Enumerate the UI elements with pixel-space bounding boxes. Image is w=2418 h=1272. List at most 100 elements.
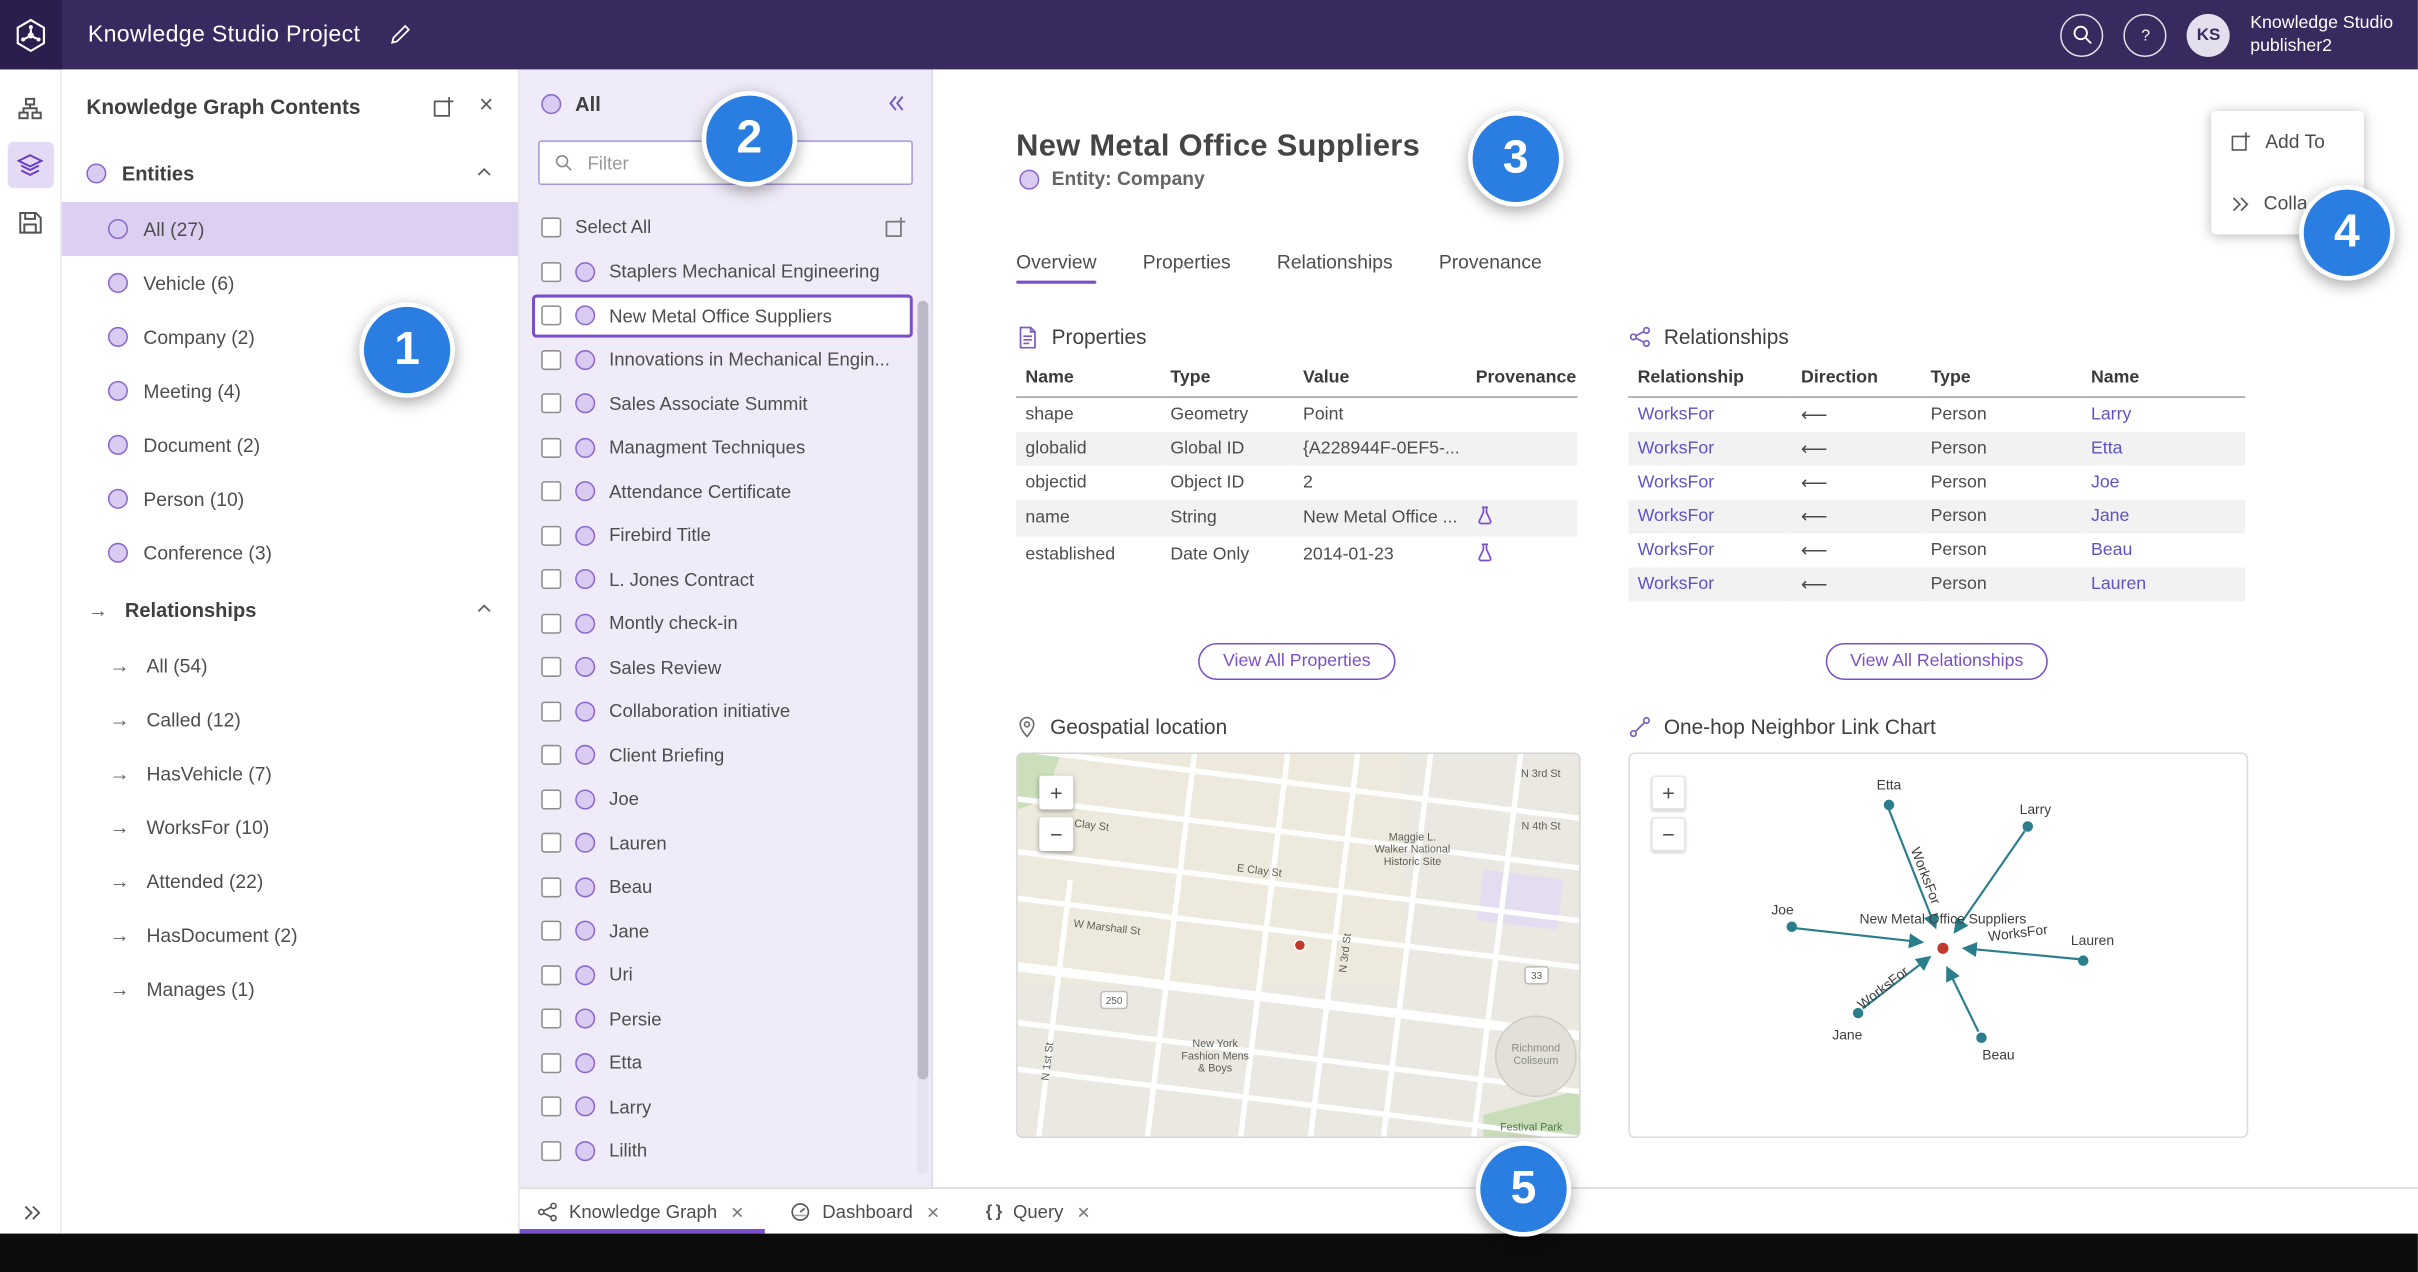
scrollbar-track[interactable] (917, 300, 929, 1176)
entity-filter-document[interactable]: Document (2) (62, 418, 518, 472)
relationships-section-header[interactable]: Relationships (62, 580, 518, 639)
provenance-flask-icon[interactable] (1476, 506, 1495, 526)
relationship-link[interactable]: WorksFor (1628, 500, 1791, 534)
relationship-link[interactable]: WorksFor (1628, 397, 1791, 432)
list-item[interactable]: Sales Associate Summit (532, 382, 913, 426)
save-icon[interactable] (7, 199, 53, 245)
item-checkbox[interactable] (541, 437, 562, 458)
node-center[interactable] (1937, 942, 1949, 954)
select-all-checkbox[interactable] (541, 216, 562, 237)
entity-link[interactable]: Larry (2082, 397, 2245, 432)
tab-provenance[interactable]: Provenance (1439, 251, 1542, 283)
item-checkbox[interactable] (541, 657, 562, 678)
expand-rail-icon[interactable] (0, 1201, 62, 1224)
entity-filter-all[interactable]: All (27) (61, 202, 519, 256)
item-checkbox[interactable] (541, 833, 562, 854)
item-checkbox[interactable] (541, 481, 562, 502)
entity-link[interactable]: Etta (2082, 432, 2245, 466)
tab-overview[interactable]: Overview (1016, 251, 1097, 284)
tab-knowledge-graph[interactable]: Knowledge Graph (519, 1189, 766, 1234)
relationship-link[interactable]: WorksFor (1628, 534, 1791, 568)
entity-filter-meeting[interactable]: Meeting (4) (62, 364, 518, 418)
list-item[interactable]: L. Jones Contract (532, 557, 913, 601)
tab-dashboard[interactable]: Dashboard (790, 1189, 939, 1234)
item-checkbox[interactable] (541, 1052, 562, 1073)
item-checkbox[interactable] (541, 305, 562, 326)
relationship-link[interactable]: WorksFor (1628, 567, 1791, 601)
zoom-out-button[interactable]: − (1039, 817, 1074, 852)
layers-icon[interactable] (6, 141, 54, 189)
tab-properties[interactable]: Properties (1143, 251, 1231, 283)
list-item[interactable]: Joe (532, 777, 913, 821)
list-item-selected[interactable]: New Metal Office Suppliers (531, 293, 913, 338)
close-tab-icon[interactable] (927, 1200, 940, 1222)
user-info[interactable]: Knowledge Studio publisher2 (2250, 13, 2393, 57)
list-item[interactable]: Managment Techniques (532, 426, 913, 470)
item-checkbox[interactable] (541, 920, 562, 942)
list-item[interactable]: Sales Review (532, 645, 913, 689)
entity-filter-conference[interactable]: Conference (3) (62, 526, 518, 580)
relationship-filter-called[interactable]: Called (12) (62, 692, 518, 746)
entity-filter-person[interactable]: Person (10) (62, 472, 518, 526)
item-checkbox[interactable] (541, 745, 562, 766)
provenance-flask-icon[interactable] (1476, 543, 1495, 563)
list-item[interactable]: Staplers Mechanical Engineering (532, 250, 913, 294)
relationship-link[interactable]: WorksFor (1628, 432, 1791, 466)
item-checkbox[interactable] (541, 613, 562, 634)
relationship-link[interactable]: WorksFor (1628, 466, 1791, 500)
list-item[interactable]: Uri (532, 953, 913, 997)
tab-query[interactable]: { } Query (986, 1189, 1090, 1234)
view-all-properties-button[interactable]: View All Properties (1198, 643, 1396, 681)
list-item[interactable]: Jane (532, 909, 913, 953)
list-item[interactable]: Lilith (532, 1129, 913, 1173)
zoom-in-button[interactable]: + (1039, 775, 1074, 810)
item-checkbox[interactable] (541, 261, 562, 282)
list-item[interactable]: Lauren (532, 821, 913, 865)
close-tab-icon[interactable] (731, 1200, 744, 1222)
relationship-filter-all[interactable]: All (54) (62, 638, 518, 692)
item-checkbox[interactable] (541, 349, 562, 370)
scrollbar-thumb[interactable] (917, 300, 929, 1080)
entity-link[interactable]: Beau (2082, 534, 2245, 568)
collapse-entities-icon[interactable] (475, 163, 494, 182)
item-checkbox[interactable] (541, 789, 562, 810)
entity-link[interactable]: Lauren (2082, 567, 2245, 601)
add-to-menu-item[interactable]: Add To (2211, 111, 2364, 173)
view-all-relationships-button[interactable]: View All Relationships (1825, 643, 2048, 681)
list-item[interactable]: Montly check-in (532, 601, 913, 645)
zoom-out-button[interactable]: − (1651, 817, 1686, 852)
item-checkbox[interactable] (541, 525, 562, 546)
close-tab-icon[interactable] (1077, 1200, 1090, 1222)
search-icon[interactable] (2060, 13, 2104, 57)
close-panel-icon[interactable] (476, 91, 497, 122)
list-item[interactable]: Larry (532, 1085, 913, 1129)
help-icon[interactable]: ? (2123, 13, 2167, 57)
entity-link[interactable]: Joe (2082, 466, 2245, 500)
list-item[interactable]: Innovations in Mechanical Engin... (532, 338, 913, 382)
entities-section-header[interactable]: Entities (62, 143, 518, 202)
add-to-new-icon[interactable] (880, 212, 909, 241)
collapse-relationships-icon[interactable] (475, 600, 494, 619)
item-checkbox[interactable] (541, 393, 562, 414)
relationship-filter-hasvehicle[interactable]: HasVehicle (7) (62, 746, 518, 800)
item-checkbox[interactable] (541, 701, 562, 722)
relationship-filter-hasdocument[interactable]: HasDocument (2) (62, 908, 518, 962)
hierarchy-icon[interactable] (7, 85, 53, 131)
list-item[interactable]: Firebird Title (532, 513, 913, 557)
app-logo-icon[interactable] (0, 0, 62, 70)
zoom-in-button[interactable]: + (1651, 775, 1686, 810)
tab-relationships[interactable]: Relationships (1277, 251, 1393, 283)
list-item[interactable]: Beau (532, 865, 913, 909)
item-checkbox[interactable] (541, 877, 562, 898)
item-checkbox[interactable] (541, 569, 562, 590)
entity-link[interactable]: Jane (2082, 500, 2245, 534)
relationship-filter-worksfor[interactable]: WorksFor (10) (62, 800, 518, 854)
list-item[interactable]: Persie (532, 997, 913, 1041)
link-chart-canvas[interactable]: Etta Larry Joe Lauren Jane Beau New Meta… (1630, 754, 2247, 1136)
map-location-marker[interactable] (1293, 938, 1307, 952)
item-checkbox[interactable] (541, 1140, 562, 1161)
list-item[interactable]: Client Briefing (532, 733, 913, 777)
entity-filter-vehicle[interactable]: Vehicle (6) (62, 256, 518, 310)
list-item[interactable]: Etta (532, 1041, 913, 1085)
item-checkbox[interactable] (541, 964, 562, 985)
